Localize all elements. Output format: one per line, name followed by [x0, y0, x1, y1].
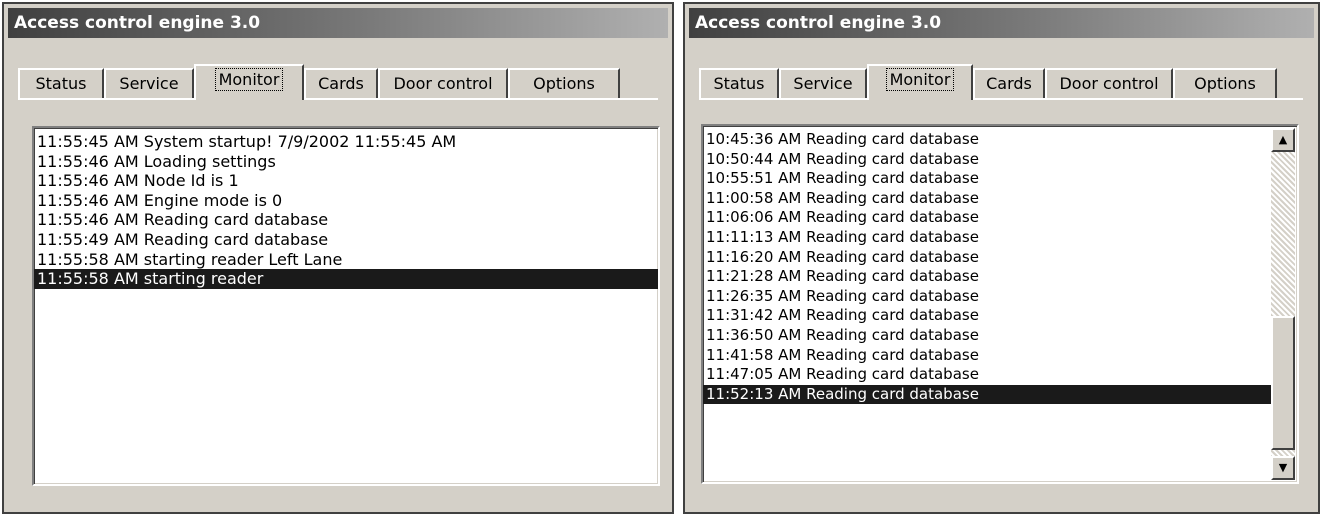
window-title: Access control engine 3.0 — [689, 8, 1314, 38]
tab-door-control[interactable]: Door control — [378, 68, 508, 98]
list-item[interactable]: 11:36:50 AM Reading card database — [703, 326, 1272, 346]
tab-cards[interactable]: Cards — [973, 68, 1045, 98]
monitor-log-list[interactable]: 11:55:45 AM System startup! 7/9/2002 11:… — [32, 126, 660, 486]
list-item[interactable]: 11:06:06 AM Reading card database — [703, 208, 1272, 228]
tab-strip: Status Service Monitor Cards Door contro… — [699, 54, 1303, 100]
tab-service[interactable]: Service — [779, 68, 867, 98]
monitor-log-list[interactable]: 10:45:36 AM Reading card database 10:50:… — [701, 124, 1299, 484]
tab-door-control[interactable]: Door control — [1045, 68, 1173, 98]
left-window: Access control engine 3.0 Status Service… — [2, 2, 674, 514]
list-item[interactable]: 11:41:58 AM Reading card database — [703, 346, 1272, 366]
tab-service[interactable]: Service — [104, 68, 194, 98]
vertical-scrollbar[interactable]: ▲ ▼ — [1271, 128, 1295, 480]
list-item[interactable]: 11:00:58 AM Reading card database — [703, 189, 1272, 209]
list-item[interactable]: 11:16:20 AM Reading card database — [703, 248, 1272, 268]
tab-strip: Status Service Monitor Cards Door contro… — [18, 54, 658, 100]
scroll-up-arrow-icon: ▲ — [1278, 133, 1288, 146]
list-item[interactable]: 11:55:49 AM Reading card database — [34, 230, 658, 250]
list-item[interactable]: 11:11:13 AM Reading card database — [703, 228, 1272, 248]
tab-monitor[interactable]: Monitor — [867, 64, 973, 100]
list-item[interactable]: 11:55:45 AM System startup! 7/9/2002 11:… — [34, 132, 658, 152]
list-item[interactable]: 11:55:46 AM Engine mode is 0 — [34, 191, 658, 211]
list-item[interactable]: 11:55:58 AM starting reader Left Lane — [34, 250, 658, 270]
right-window: Access control engine 3.0 Status Service… — [683, 2, 1320, 514]
list-item[interactable]: 11:55:46 AM Node Id is 1 — [34, 171, 658, 191]
list-item[interactable]: 11:47:05 AM Reading card database — [703, 365, 1272, 385]
list-item-selected[interactable]: 11:55:58 AM starting reader — [34, 269, 658, 289]
scroll-down-button[interactable]: ▼ — [1271, 456, 1295, 480]
list-item[interactable]: 11:21:28 AM Reading card database — [703, 267, 1272, 287]
list-item[interactable]: 11:55:46 AM Loading settings — [34, 152, 658, 172]
list-item[interactable]: 11:26:35 AM Reading card database — [703, 287, 1272, 307]
tab-options[interactable]: Options — [1173, 68, 1277, 98]
list-item[interactable]: 10:50:44 AM Reading card database — [703, 150, 1272, 170]
tab-cards[interactable]: Cards — [304, 68, 378, 98]
tab-options[interactable]: Options — [508, 68, 620, 98]
scroll-up-button[interactable]: ▲ — [1271, 128, 1295, 152]
list-item[interactable]: 10:55:51 AM Reading card database — [703, 169, 1272, 189]
list-item[interactable]: 11:31:42 AM Reading card database — [703, 306, 1272, 326]
scroll-down-arrow-icon: ▼ — [1278, 461, 1288, 474]
list-item[interactable]: 11:55:46 AM Reading card database — [34, 210, 658, 230]
tab-status[interactable]: Status — [18, 68, 104, 98]
tab-monitor[interactable]: Monitor — [194, 64, 304, 100]
scroll-thumb[interactable] — [1271, 316, 1295, 450]
window-title: Access control engine 3.0 — [8, 8, 668, 38]
list-item-selected[interactable]: 11:52:13 AM Reading card database — [703, 384, 1272, 405]
tab-status[interactable]: Status — [699, 68, 779, 98]
list-item[interactable]: 10:45:36 AM Reading card database — [703, 130, 1272, 150]
